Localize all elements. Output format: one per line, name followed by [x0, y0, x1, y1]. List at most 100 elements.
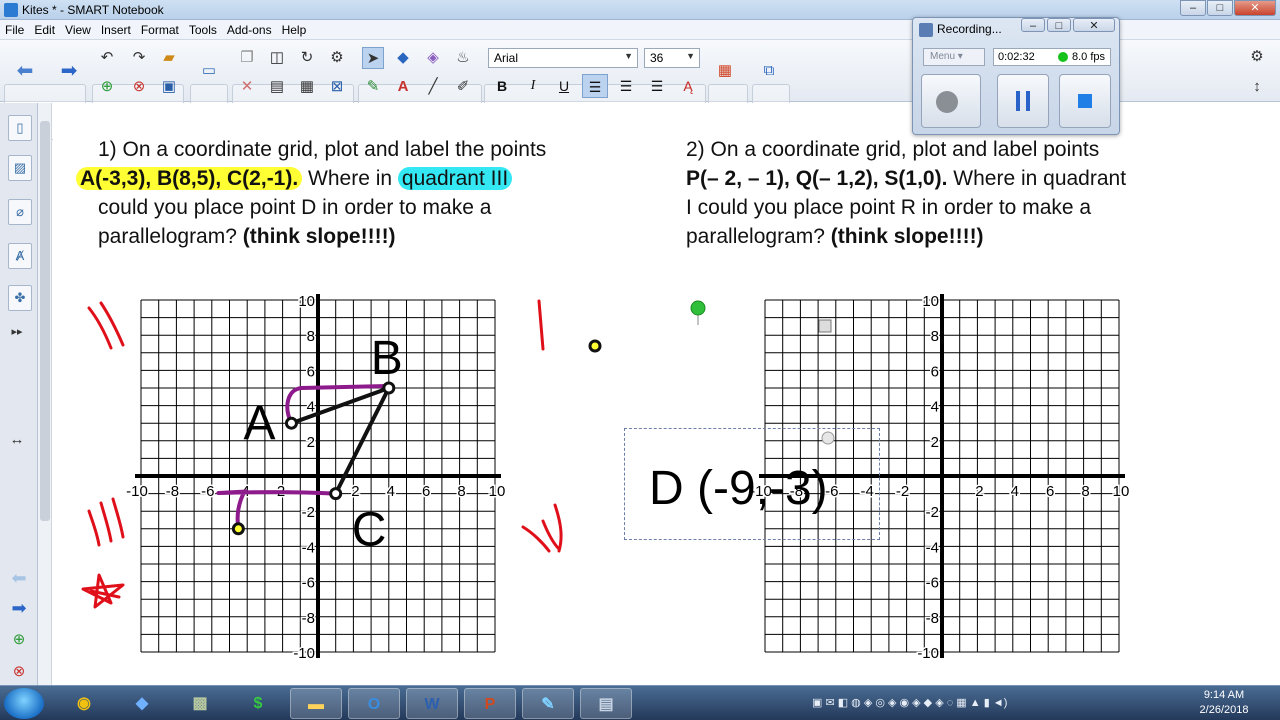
table-icon[interactable]: ▦ — [296, 76, 318, 98]
menu-format[interactable]: Format — [136, 20, 184, 40]
recording-fps: 8.0 fps — [1072, 51, 1106, 63]
pencil-eraser-icon[interactable]: ✐ — [452, 76, 474, 98]
screen-shade-icon[interactable]: ▭ — [198, 60, 220, 82]
eraser-icon[interactable]: ◈ — [422, 47, 444, 69]
pens-icon[interactable]: ✎ — [362, 76, 384, 98]
status-dot-icon — [1058, 52, 1068, 62]
pause-button[interactable] — [997, 74, 1049, 128]
document-camera-icon[interactable]: ↻ — [296, 47, 318, 69]
menu-insert[interactable]: Insert — [96, 20, 136, 40]
smart-notebook-task-icon[interactable]: ✎ — [522, 688, 574, 719]
properties-tab-icon[interactable]: Ⱥ — [8, 243, 32, 269]
paste-icon[interactable]: ❐ — [236, 47, 258, 69]
stop-icon — [1078, 94, 1092, 108]
delete-page-icon[interactable]: ⊗ — [128, 76, 150, 98]
toolbar-move-icon[interactable]: ↕ — [1246, 76, 1268, 98]
window-title: Kites * - SMART Notebook — [22, 3, 164, 17]
grid1-x-tick-label: 10 — [489, 483, 506, 500]
recorder-window[interactable]: Recording... – □ ✕ Menu ▾ 0:02:32 8.0 fp… — [912, 17, 1120, 135]
table-insert-icon[interactable]: ▤ — [266, 76, 288, 98]
app-icon-3[interactable]: $ — [232, 688, 284, 719]
label-c: C — [352, 504, 387, 557]
back-arrow-icon[interactable]: ⬅ — [14, 60, 36, 82]
system-tray-icons[interactable]: ▣ ✉ ◧ ◍ ◈ ◎ ◈ ◉ ◈ ◆ ◈ ◌ ▦ ▲ ▮ ◄) — [812, 696, 1007, 709]
select-arrow-icon[interactable]: ➤ — [362, 47, 384, 69]
page-sorter-icon[interactable]: ▯ — [8, 115, 32, 141]
next-page-icon[interactable]: ➡ — [8, 597, 30, 619]
recorder-menu-select[interactable]: Menu ▾ — [923, 48, 985, 66]
align-right-icon[interactable]: ☰ — [644, 74, 670, 98]
align-left-icon[interactable]: ☰ — [582, 74, 608, 98]
fullscreen-icon[interactable]: ⊠ — [326, 76, 348, 98]
menu-tools[interactable]: Tools — [184, 20, 222, 40]
save-icon[interactable]: ▣ — [158, 76, 180, 98]
prev-page-icon[interactable]: ⬅ — [8, 567, 30, 589]
addon-icon[interactable]: ⧉ — [758, 60, 780, 82]
menu-help[interactable]: Help — [277, 20, 312, 40]
minimize-button[interactable]: – — [1180, 0, 1206, 16]
redo-icon[interactable]: ↷ — [128, 47, 150, 69]
addons-tab-icon[interactable]: ✤ — [8, 285, 32, 311]
app-icon-2[interactable]: ▩ — [174, 688, 226, 719]
shapes-icon[interactable]: ◆ — [392, 47, 414, 69]
menu-file[interactable]: File — [0, 20, 29, 40]
recorder-minimize-button[interactable]: – — [1021, 18, 1045, 32]
attachments-icon[interactable]: ⌀ — [8, 199, 32, 225]
stop-button[interactable] — [1059, 74, 1111, 128]
open-folder-icon[interactable]: ▰ — [158, 47, 180, 69]
color-palette-icon[interactable]: ▦ — [714, 60, 736, 82]
line-icon[interactable]: ╱ — [422, 76, 444, 98]
gallery-icon[interactable]: ▨ — [8, 155, 32, 181]
properties-icon[interactable]: ⚙ — [326, 47, 348, 69]
notebook-page[interactable]: 1) On a coordinate grid, plot and label … — [53, 103, 1280, 685]
grid2-y-tick-label: -2 — [926, 504, 939, 521]
capture-icon[interactable]: ◫ — [266, 47, 288, 69]
powerpoint-icon[interactable]: P — [464, 688, 516, 719]
menu-view[interactable]: View — [60, 20, 96, 40]
grid1-x-tick-label: 6 — [422, 483, 430, 500]
add-page-icon[interactable]: ⊕ — [96, 76, 118, 98]
recorder-close-button[interactable]: ✕ — [1073, 18, 1115, 32]
app-icon-1[interactable]: ◆ — [116, 688, 168, 719]
font-size-select[interactable]: 36 ▼ — [644, 48, 700, 68]
italic-button[interactable]: I — [520, 74, 546, 98]
settings-gear-icon[interactable]: ⚙ — [1246, 46, 1268, 68]
underline-button[interactable]: U — [551, 74, 577, 98]
menu-addons[interactable]: Add-ons — [222, 20, 277, 40]
scroll-thumb[interactable] — [40, 121, 50, 521]
clock[interactable]: 9:14 AM 2/26/2018 — [1194, 688, 1254, 718]
add-page-side-icon[interactable]: ⊕ — [8, 629, 30, 651]
word-icon[interactable]: W — [406, 688, 458, 719]
grid2-x-tick-label: 4 — [1011, 483, 1019, 500]
grid1-y-tick-label: 8 — [307, 328, 315, 345]
record-button[interactable] — [921, 74, 981, 128]
clock-date: 2/26/2018 — [1199, 704, 1249, 716]
explorer-icon[interactable]: ▬ — [290, 688, 342, 719]
expand-sidebar-icon[interactable]: ▸▸ — [6, 321, 28, 343]
bold-button[interactable]: B — [489, 74, 515, 98]
close-button[interactable]: ✕ — [1234, 0, 1276, 16]
outlook-icon[interactable]: O — [348, 688, 400, 719]
forward-arrow-icon[interactable]: ➡ — [58, 60, 80, 82]
recorder-maximize-button[interactable]: □ — [1047, 18, 1071, 32]
font-select[interactable]: Arial ▼ — [488, 48, 638, 68]
menu-edit[interactable]: Edit — [29, 20, 60, 40]
grid2-y-tick-label: 10 — [922, 293, 939, 310]
resize-handle-icon[interactable]: ↔ — [6, 429, 28, 451]
grid1-x-tick-label: 8 — [457, 483, 465, 500]
point-d-label[interactable]: D (-9,-3) — [649, 461, 828, 516]
delete-page-side-icon[interactable]: ⊗ — [8, 661, 30, 683]
delete-icon[interactable]: ✕ — [236, 76, 258, 98]
maximize-button[interactable]: □ — [1207, 0, 1233, 16]
grid2-x-tick-label: 10 — [1113, 483, 1130, 500]
recorder-task-icon[interactable]: ▤ — [580, 688, 632, 719]
vertical-scrollbar[interactable] — [38, 103, 52, 685]
start-button[interactable] — [4, 688, 44, 719]
align-center-icon[interactable]: ☰ — [613, 74, 639, 98]
text-style-icon[interactable]: Ą — [675, 74, 701, 98]
grid2-y-tick-label: 6 — [931, 363, 939, 380]
fill-icon[interactable]: ♨ — [452, 47, 474, 69]
undo-icon[interactable]: ↶ — [96, 47, 118, 69]
text-icon[interactable]: A — [392, 76, 414, 98]
chrome-icon[interactable]: ◉ — [58, 688, 110, 719]
